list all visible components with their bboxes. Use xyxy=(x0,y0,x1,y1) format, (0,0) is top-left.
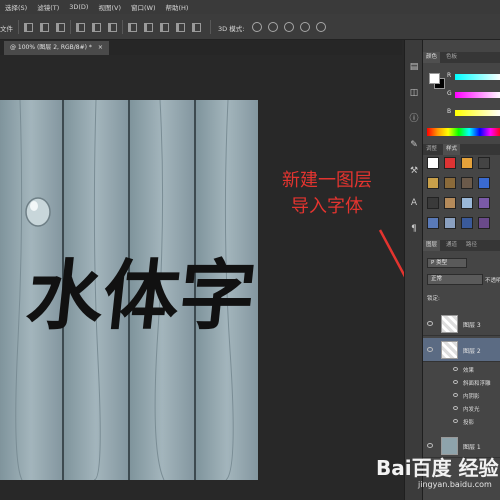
effect-name: 投影 xyxy=(463,420,475,426)
style-swatch[interactable] xyxy=(461,197,473,209)
layer-name: 图层 2 xyxy=(463,348,481,355)
lock-label: 锁定: xyxy=(427,296,440,302)
foreground-color-swatch[interactable] xyxy=(429,73,440,84)
layer-name: 图层 1 xyxy=(463,444,481,451)
layer-filter-select[interactable]: P 类型 xyxy=(427,258,467,268)
style-swatch[interactable] xyxy=(444,217,456,229)
tab-color[interactable]: 颜色 xyxy=(423,52,441,63)
blend-mode-select[interactable]: 正常 xyxy=(427,274,483,285)
effect-name: 斜面和浮雕 xyxy=(463,381,491,387)
visibility-eye-icon[interactable] xyxy=(453,380,458,384)
effects-row[interactable]: 效果 xyxy=(423,364,500,376)
style-swatch[interactable] xyxy=(461,217,473,229)
effect-row[interactable]: 内阴影 xyxy=(423,390,500,402)
channel-r-slider[interactable] xyxy=(455,74,500,80)
style-swatch[interactable] xyxy=(478,197,490,209)
style-swatch[interactable] xyxy=(478,157,490,169)
style-swatch[interactable] xyxy=(461,157,473,169)
visibility-eye-icon[interactable] xyxy=(453,367,458,371)
tab-paths[interactable]: 路径 xyxy=(463,240,480,251)
tab-styles[interactable]: 样式 xyxy=(443,144,461,155)
properties-icon[interactable]: ◫ xyxy=(409,88,419,98)
opacity-label: 不透明 xyxy=(485,278,500,284)
effect-row[interactable]: 斜面和浮雕 xyxy=(423,377,500,389)
tab-swatches[interactable]: 色板 xyxy=(443,52,460,63)
brush-icon[interactable]: ✎ xyxy=(409,140,419,150)
styles-panel-tabs: 调整 样式 xyxy=(423,144,500,155)
visibility-eye-icon[interactable] xyxy=(427,347,433,352)
style-swatch[interactable] xyxy=(478,177,490,189)
effect-name: 内阴影 xyxy=(463,394,480,400)
effects-label: 效果 xyxy=(463,368,475,374)
style-swatch[interactable] xyxy=(444,157,456,169)
history-icon[interactable]: ▤ xyxy=(409,62,419,72)
layer-row-selected[interactable]: 图层 2 xyxy=(423,338,500,362)
visibility-eye-icon[interactable] xyxy=(427,443,433,448)
color-panel-tabs: 颜色 色板 xyxy=(423,52,500,63)
style-swatch[interactable] xyxy=(478,217,490,229)
style-swatch[interactable] xyxy=(427,177,439,189)
baidu-watermark-url: jingyan.baidu.com xyxy=(418,480,492,489)
channel-r-label: R xyxy=(447,72,452,79)
visibility-eye-icon[interactable] xyxy=(453,419,458,423)
layer-name: 图层 3 xyxy=(463,322,481,329)
channel-b-slider[interactable] xyxy=(455,110,500,116)
character-icon[interactable]: A xyxy=(409,198,419,208)
effect-row[interactable]: 投影 xyxy=(423,416,500,428)
style-swatch[interactable] xyxy=(427,157,439,169)
tab-channels[interactable]: 通道 xyxy=(443,240,460,251)
style-swatch[interactable] xyxy=(461,177,473,189)
visibility-eye-icon[interactable] xyxy=(453,393,458,397)
effect-row[interactable]: 内发光 xyxy=(423,403,500,415)
clone-source-icon[interactable]: ⚒ xyxy=(409,166,419,176)
layer-thumbnail xyxy=(441,315,458,333)
visibility-eye-icon[interactable] xyxy=(427,321,433,326)
tab-layers[interactable]: 图层 xyxy=(423,240,441,251)
style-swatch[interactable] xyxy=(444,197,456,209)
style-swatch[interactable] xyxy=(427,197,439,209)
channel-b-label: B xyxy=(447,108,452,115)
layer-row[interactable]: 图层 3 xyxy=(423,312,500,336)
baidu-watermark: Bai百度 经验 xyxy=(376,456,499,480)
color-spectrum-bar[interactable] xyxy=(427,128,500,136)
layers-panel-tabs: 图层 通道 路径 xyxy=(423,240,500,251)
channel-g-label: G xyxy=(447,90,452,97)
info-icon[interactable]: ⓘ xyxy=(409,114,419,124)
channel-g-slider[interactable] xyxy=(455,92,500,98)
style-swatch[interactable] xyxy=(427,217,439,229)
effect-name: 内发光 xyxy=(463,407,480,413)
layer-thumbnail xyxy=(441,341,458,359)
tab-adjustments[interactable]: 调整 xyxy=(423,144,440,155)
right-panels: 颜色 色板 R G B 调整 样式 图层 通道 路径 P 类型 正常 不透明 锁… xyxy=(422,40,500,500)
paragraph-icon[interactable]: ¶ xyxy=(409,224,419,234)
style-swatch[interactable] xyxy=(444,177,456,189)
visibility-eye-icon[interactable] xyxy=(453,406,458,410)
panel-icon-strip: ▤ ◫ ⓘ ✎ ⚒ A ¶ xyxy=(404,40,422,500)
